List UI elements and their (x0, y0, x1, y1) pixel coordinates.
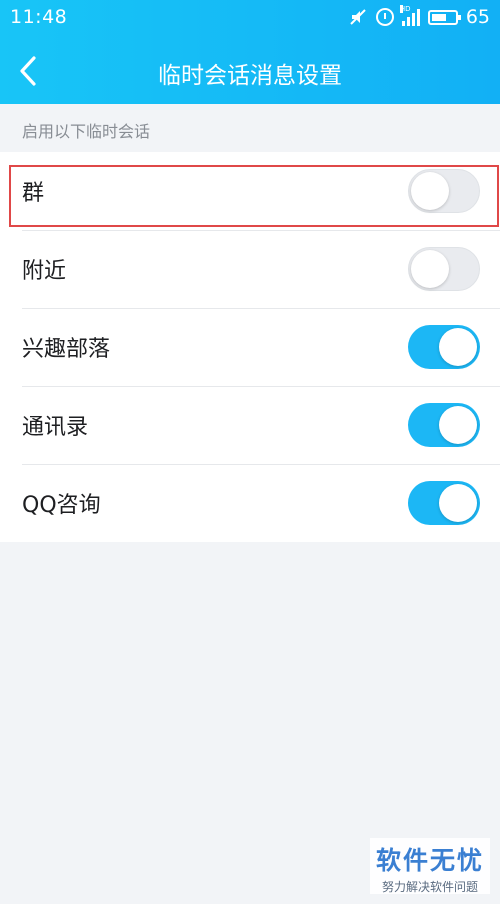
toggle-knob (439, 484, 477, 522)
alarm-icon (375, 8, 394, 26)
watermark-title: 软件无忧 (375, 846, 484, 875)
setting-toggle[interactable] (408, 481, 480, 525)
watermark-subtitle: 努力解决软件问题 (381, 880, 478, 894)
signal-hd-label: HD (399, 5, 411, 13)
setting-row: 兴趣部落 (0, 308, 500, 386)
setting-label: 附近 (22, 259, 67, 284)
setting-label: QQ咨询 (22, 493, 101, 518)
setting-label: 通讯录 (22, 415, 89, 440)
section-label: 启用以下临时会话 (22, 122, 151, 141)
status-bar: 11:48 HD 65 (0, 0, 500, 34)
battery-icon (427, 9, 461, 25)
watermark-logo: 软件无忧 努力解决软件问题 (370, 838, 490, 894)
setting-toggle[interactable] (408, 325, 480, 369)
mute-icon (348, 7, 368, 27)
highlight-box (9, 165, 499, 227)
setting-label: 兴趣部落 (22, 337, 111, 362)
battery-fill (431, 13, 446, 21)
setting-toggle[interactable] (408, 403, 480, 447)
status-time: 11:48 (10, 6, 68, 28)
toggle-knob (411, 250, 449, 288)
page-title: 临时会话消息设置 (158, 63, 342, 89)
setting-row: 附近 (0, 230, 500, 308)
battery-percent: 65 (465, 6, 490, 28)
setting-row: 通讯录 (0, 386, 500, 464)
toggle-knob (439, 328, 477, 366)
setting-toggle[interactable] (408, 247, 480, 291)
app-header: 11:48 HD 65 临时会话消息设置 (0, 0, 500, 104)
setting-row: QQ咨询 (0, 464, 500, 542)
signal-icon: HD (399, 5, 420, 26)
toggle-knob (439, 406, 477, 444)
status-icons: HD 65 (348, 5, 490, 28)
